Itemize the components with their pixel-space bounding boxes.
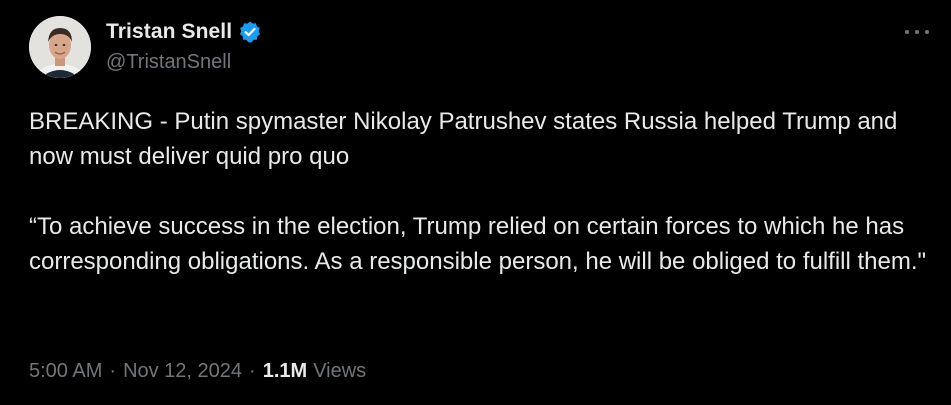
tweet-card: Tristan Snell @TristanSnell BREAKING - P… bbox=[0, 0, 951, 405]
more-dot bbox=[905, 30, 909, 34]
more-dot bbox=[915, 30, 919, 34]
tweet-paragraph: “To achieve success in the election, Tru… bbox=[29, 213, 927, 275]
avatar-photo bbox=[29, 16, 91, 78]
author-name-row: Tristan Snell bbox=[106, 18, 262, 46]
tweet-text: BREAKING - Putin spymaster Nikolay Patru… bbox=[29, 104, 934, 279]
tweet-date[interactable]: Nov 12, 2024 bbox=[123, 360, 242, 383]
tweet-time[interactable]: 5:00 AM bbox=[29, 360, 102, 383]
more-options-icon[interactable] bbox=[905, 22, 929, 42]
more-dot bbox=[925, 30, 929, 34]
views-label: Views bbox=[313, 360, 367, 382]
author-handle[interactable]: @TristanSnell bbox=[106, 51, 231, 74]
tweet-paragraph: BREAKING - Putin spymaster Nikolay Patru… bbox=[29, 108, 905, 170]
author-display-name[interactable]: Tristan Snell bbox=[106, 20, 232, 44]
views-count: 1.1M bbox=[262, 360, 308, 382]
avatar[interactable] bbox=[29, 16, 91, 78]
tweet-meta: 5:00 AM · Nov 12, 2024 · 1.1M Views bbox=[29, 360, 366, 383]
meta-separator: · bbox=[249, 360, 256, 382]
verified-badge-icon[interactable] bbox=[238, 20, 262, 44]
meta-separator: · bbox=[109, 360, 117, 382]
